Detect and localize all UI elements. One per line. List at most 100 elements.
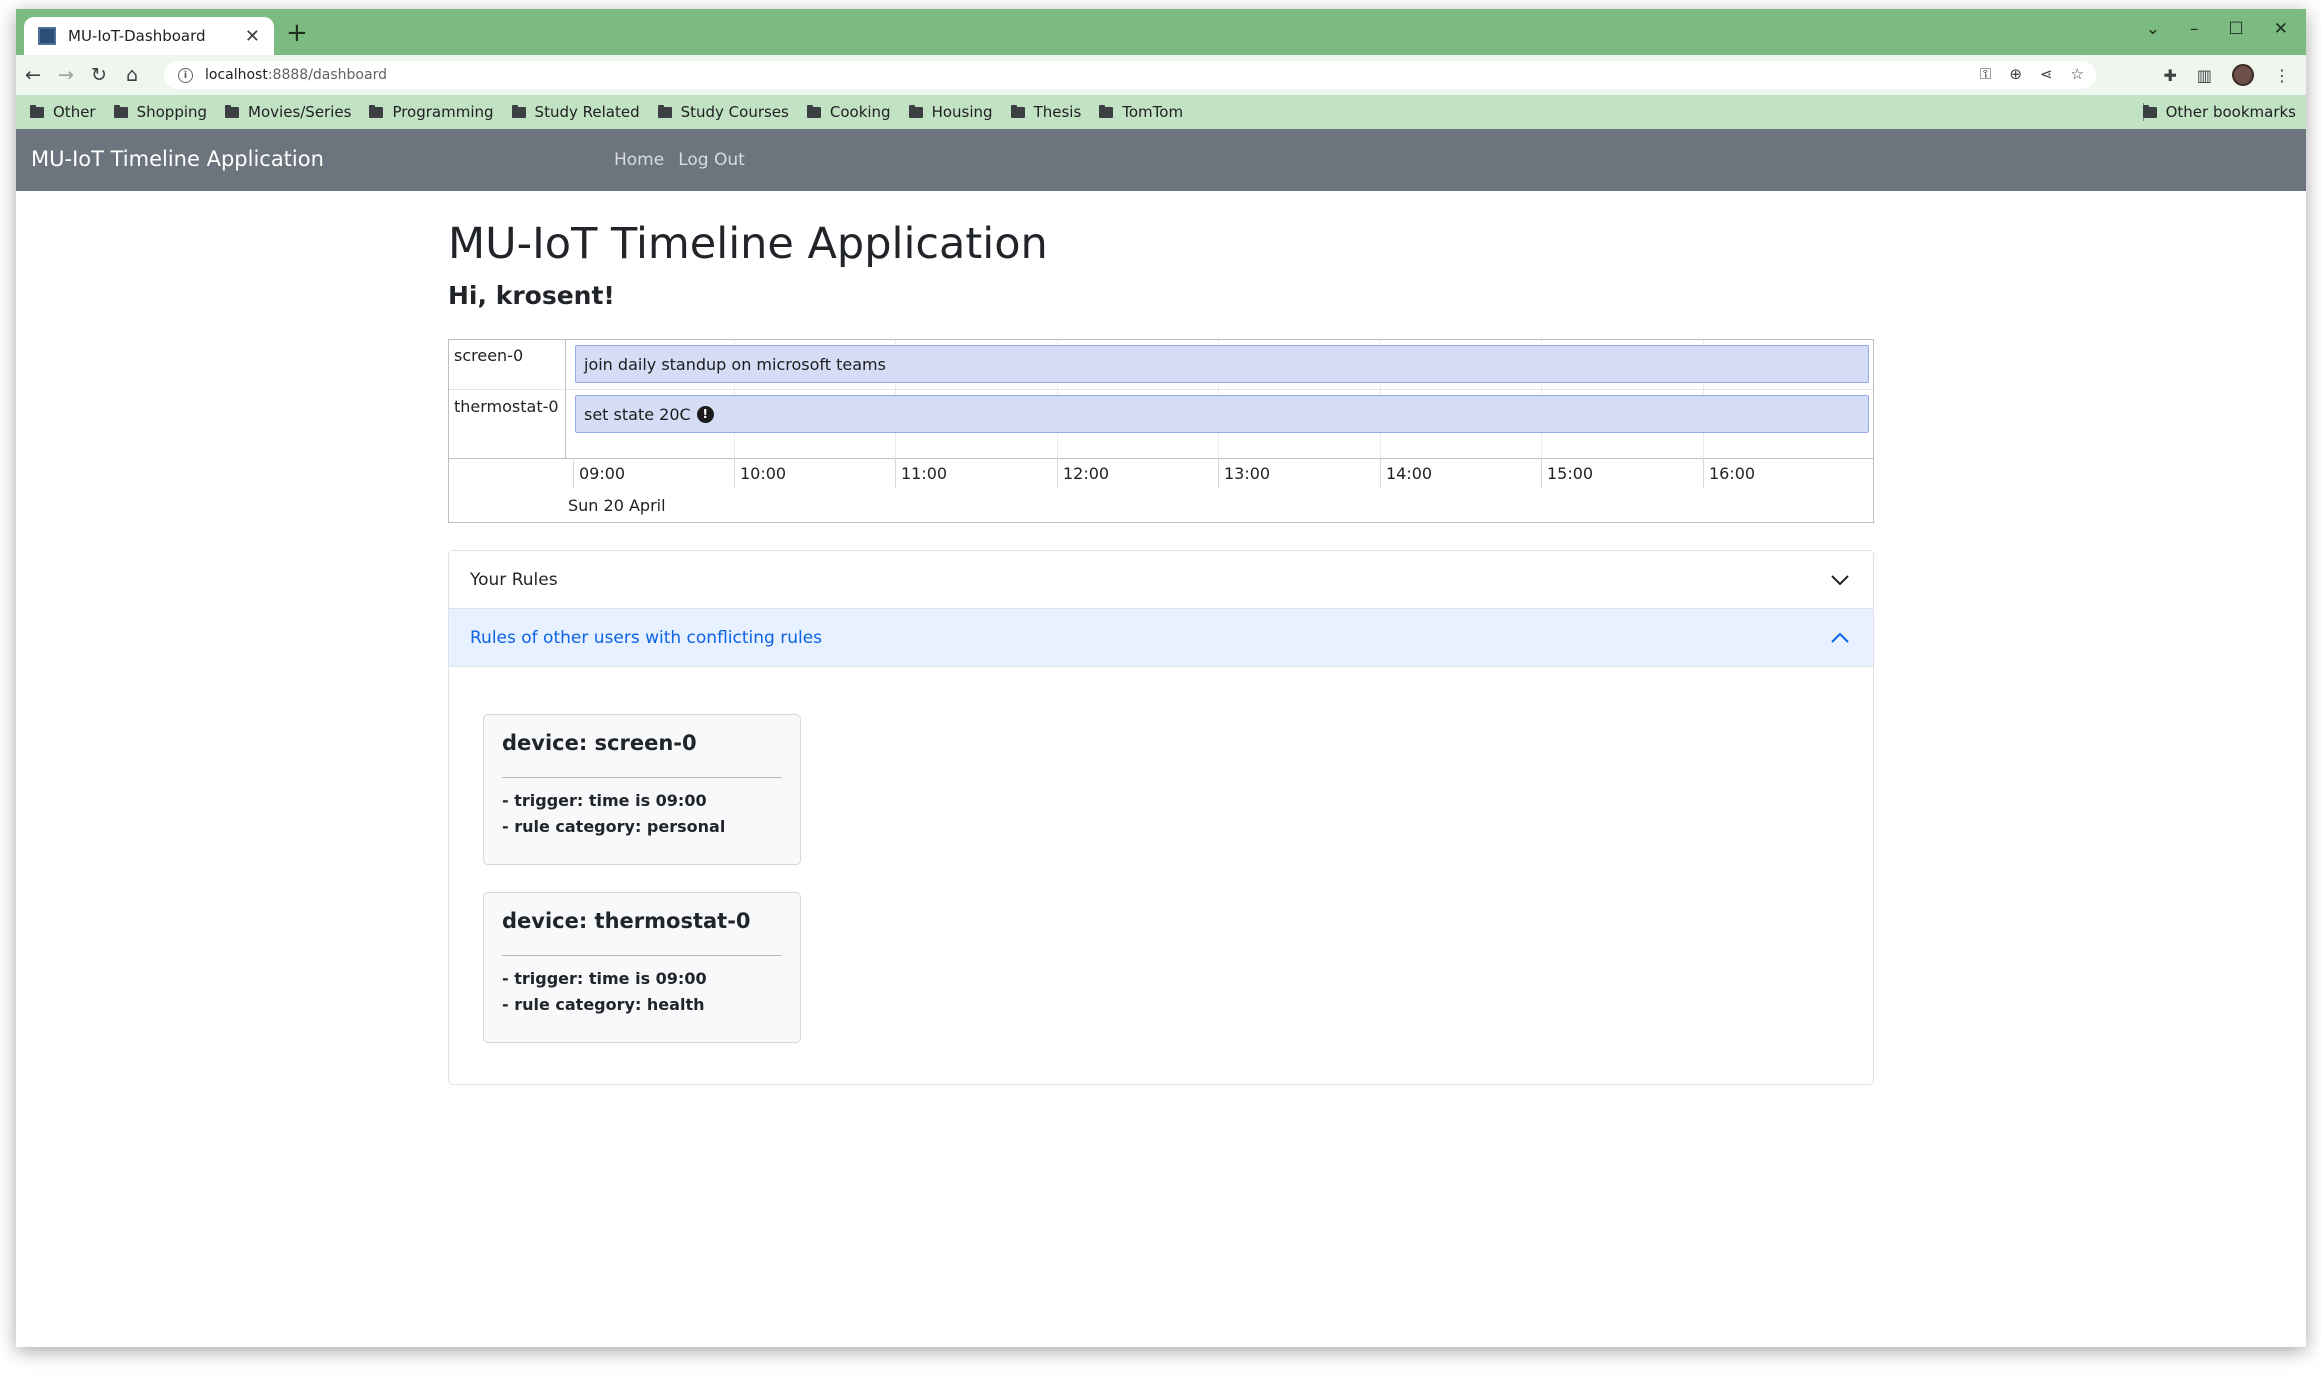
folder-icon [2142, 104, 2157, 118]
bookmark-folder[interactable]: Study Related [511, 103, 640, 121]
url-path: :8888/dashboard [267, 67, 387, 83]
folder-icon [225, 104, 240, 118]
folder-icon [657, 104, 672, 118]
minimize-icon[interactable]: – [2190, 19, 2199, 39]
timeline-tick-label: 16:00 [1709, 464, 1756, 483]
folder-icon [1010, 104, 1025, 118]
timeline-tick [573, 458, 574, 488]
folder-icon [908, 104, 923, 118]
timeline-tick-label: 12:00 [1063, 464, 1110, 483]
timeline-group-label: thermostat-0 [454, 397, 559, 416]
timeline-group-label: screen-0 [454, 346, 524, 365]
accordion-label: Your Rules [470, 569, 558, 590]
folder-icon [30, 104, 44, 118]
address-bar-icons: ⚿ ⊕ ⋖ ☆ [1980, 65, 2084, 83]
timeline-item[interactable]: join daily standup on microsoft teams [575, 345, 1869, 383]
timeline-item-text: set state 20C [584, 404, 691, 424]
page-title: MU-IoT Timeline Application [448, 219, 1048, 269]
rules-accordion: Your Rules Rules of other users with con… [448, 550, 1874, 1085]
zoom-icon[interactable]: ⊕ [2009, 65, 2022, 83]
tab-strip: MU-IoT-Dashboard ✕ + ⌄ – ☐ ✕ [16, 9, 2306, 55]
timeline-tick-label: 10:00 [740, 464, 787, 483]
app-navbar: MU-IoT Timeline Application Home Log Out [16, 129, 2306, 191]
browser-toolbar: ← → ↻ ⌂ i localhost :8888/dashboard ⚿ ⊕ … [16, 55, 2306, 95]
timeline-tick-label: 13:00 [1224, 464, 1271, 483]
bookmark-folder[interactable]: Cooking [806, 103, 891, 121]
rule-card-divider [502, 777, 782, 778]
conflicting-rules-toggle[interactable]: Rules of other users with conflicting ru… [449, 609, 1873, 667]
site-info-icon[interactable]: i [178, 67, 193, 83]
tab-title: MU-IoT-Dashboard [68, 27, 206, 45]
bookmark-folder[interactable]: Thesis [1010, 103, 1081, 121]
forward-icon[interactable]: → [50, 64, 82, 86]
folder-icon [1099, 104, 1114, 118]
your-rules-toggle[interactable]: Your Rules [449, 551, 1873, 609]
extensions-icon[interactable]: ✚ [2163, 66, 2176, 85]
folder-icon [806, 104, 821, 118]
toolbar-right: ✚ ▥ ⋮ [2163, 64, 2290, 86]
side-panel-icon[interactable]: ▥ [2197, 66, 2212, 85]
favicon-icon [38, 27, 56, 45]
timeline-tick [1703, 458, 1704, 488]
timeline-axis [449, 458, 1873, 459]
key-icon[interactable]: ⚿ [1980, 65, 1991, 83]
browser-window: MU-IoT-Dashboard ✕ + ⌄ – ☐ ✕ ← → ↻ ⌂ i l… [16, 9, 2306, 1347]
timeline-tick [734, 458, 735, 488]
folder-icon [511, 104, 526, 118]
timeline-item[interactable]: set state 20C ! [575, 395, 1869, 433]
bookmark-folder[interactable]: Shopping [113, 103, 207, 121]
timeline-tick [1541, 458, 1542, 488]
conflict-warning-icon[interactable]: ! [696, 405, 714, 423]
rule-card-divider [502, 955, 782, 956]
address-bar[interactable]: i localhost :8888/dashboard ⚿ ⊕ ⋖ ☆ [164, 61, 2096, 89]
bookmarks-bar: Other Shopping Movies/Series Programming… [16, 95, 2306, 129]
close-window-icon[interactable]: ✕ [2274, 19, 2288, 39]
rule-category: - rule category: personal [502, 817, 726, 836]
bookmark-folder[interactable]: Programming [369, 103, 494, 121]
profile-avatar[interactable] [2232, 64, 2254, 86]
maximize-icon[interactable]: ☐ [2229, 19, 2244, 39]
bookmark-folder[interactable]: Other [30, 103, 96, 121]
timeline-tick [1380, 458, 1381, 488]
rule-trigger: - trigger: time is 09:00 [502, 791, 707, 810]
timeline-row-divider [449, 389, 1873, 390]
new-tab-icon[interactable]: + [286, 20, 308, 46]
rule-trigger: - trigger: time is 09:00 [502, 969, 707, 988]
close-tab-icon[interactable]: ✕ [245, 26, 260, 47]
nav-home-link[interactable]: Home [614, 150, 664, 170]
reload-icon[interactable]: ↻ [83, 64, 115, 86]
star-icon[interactable]: ☆ [2071, 65, 2084, 83]
bookmark-folder[interactable]: TomTom [1099, 103, 1183, 121]
home-icon[interactable]: ⌂ [116, 64, 148, 86]
device-timeline: screen-0 thermostat-0 join daily standup… [448, 339, 1874, 523]
chevron-up-icon [1831, 632, 1849, 643]
bookmark-folder[interactable]: Housing [908, 103, 993, 121]
folder-icon [113, 104, 128, 118]
timeline-tick [895, 458, 896, 488]
nav-logout-link[interactable]: Log Out [678, 150, 745, 170]
rule-category: - rule category: health [502, 995, 705, 1014]
timeline-group-labels: screen-0 thermostat-0 [449, 340, 566, 458]
timeline-tick [1218, 458, 1219, 488]
browser-tab[interactable]: MU-IoT-Dashboard ✕ [24, 17, 274, 55]
timeline-date-label: Sun 20 April [568, 496, 666, 515]
other-bookmarks[interactable]: Other bookmarks [2142, 95, 2296, 129]
timeline-tick-label: 15:00 [1547, 464, 1594, 483]
timeline-tick-label: 14:00 [1386, 464, 1433, 483]
timeline-tick-label: 11:00 [901, 464, 948, 483]
greeting: Hi, krosent! [448, 281, 615, 310]
share-icon[interactable]: ⋖ [2040, 65, 2053, 83]
bookmark-folder[interactable]: Movies/Series [225, 103, 351, 121]
window-controls: ⌄ – ☐ ✕ [2146, 19, 2288, 39]
navbar-brand[interactable]: MU-IoT Timeline Application [31, 147, 324, 171]
chevron-down-icon [1831, 575, 1849, 586]
menu-icon[interactable]: ⋮ [2274, 66, 2290, 85]
navbar-links: Home Log Out [614, 150, 745, 170]
timeline-tick [1057, 458, 1058, 488]
url-host: localhost [205, 67, 268, 83]
back-icon[interactable]: ← [17, 64, 49, 86]
accordion-label: Rules of other users with conflicting ru… [470, 627, 823, 648]
bookmark-folder[interactable]: Study Courses [657, 103, 789, 121]
tab-search-icon[interactable]: ⌄ [2146, 19, 2160, 39]
rule-card: device: thermostat-0 - trigger: time is … [483, 892, 801, 1043]
